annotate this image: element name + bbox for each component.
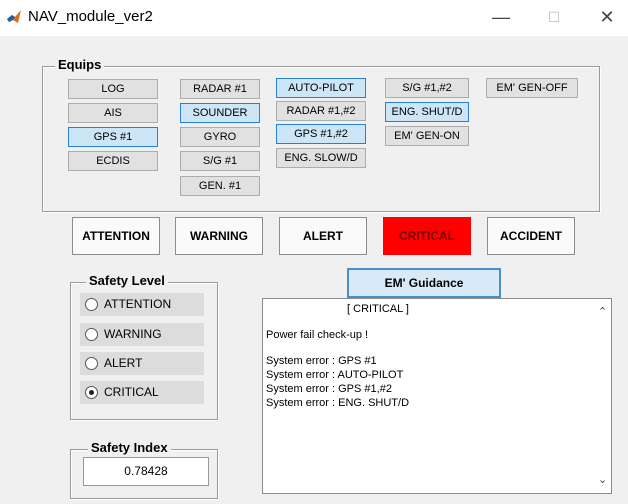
safety-level-option-warning[interactable]: WARNING [80, 323, 204, 346]
option-label: CRITICAL [104, 385, 159, 399]
equip-engshutd-button[interactable]: ENG. SHUT/D [385, 102, 469, 122]
equip-gps12-button[interactable]: GPS #1,#2 [276, 124, 366, 144]
equip-sg12-button[interactable]: S/G #1,#2 [385, 78, 469, 98]
guidance-line: System error : ENG. SHUT/D [266, 397, 410, 409]
equips-label: Equips [55, 57, 105, 72]
scrollbar[interactable]: ⌃ ⌄ [594, 299, 611, 493]
status-attention-button[interactable]: ATTENTION [72, 217, 160, 255]
radio-selected-icon [85, 386, 98, 399]
option-label: ALERT [104, 356, 143, 370]
close-button[interactable]: ✕ [590, 4, 624, 30]
equip-sg1-button[interactable]: S/G #1 [180, 151, 260, 171]
scroll-up-icon[interactable]: ⌃ [598, 305, 607, 318]
safety-index-label: Safety Index [88, 440, 171, 455]
matlab-icon [7, 10, 21, 23]
safety-level-option-attention[interactable]: ATTENTION [80, 293, 204, 316]
window-title: NAV_module_ver2 [28, 8, 153, 25]
em-guidance-button[interactable]: EM' Guidance [347, 268, 501, 298]
safety-level-label: Safety Level [86, 273, 168, 288]
equip-gen1-button[interactable]: GEN. #1 [180, 176, 260, 196]
radio-unselected-icon [85, 357, 98, 370]
guidance-line: System error : GPS #1,#2 [266, 383, 392, 395]
safety-index-value: 0.78428 [83, 457, 209, 486]
equip-emgenoff-button[interactable]: EM' GEN-OFF [486, 78, 578, 98]
option-label: WARNING [104, 327, 162, 341]
guidance-line: System error : GPS #1 [266, 355, 377, 367]
equip-gyro-button[interactable]: GYRO [180, 127, 260, 147]
status-accident-button[interactable]: ACCIDENT [487, 217, 575, 255]
guidance-line: Power fail check-up ! [266, 329, 369, 341]
maximize-button[interactable]: ☐ [537, 4, 571, 30]
equip-autopilot-button[interactable]: AUTO-PILOT [276, 78, 366, 98]
title-bar: NAV_module_ver2 — ☐ ✕ [0, 0, 628, 36]
equip-gps1-button[interactable]: GPS #1 [68, 127, 158, 147]
equip-sounder-button[interactable]: SOUNDER [180, 103, 260, 123]
radio-unselected-icon [85, 328, 98, 341]
equip-engslowd-button[interactable]: ENG. SLOW/D [276, 148, 366, 168]
scroll-down-icon[interactable]: ⌄ [598, 473, 607, 486]
guidance-header: [ CRITICAL ] [347, 303, 409, 315]
equip-ais-button[interactable]: AIS [68, 103, 158, 123]
equip-radar12-button[interactable]: RADAR #1,#2 [276, 101, 366, 121]
option-label: ATTENTION [104, 297, 172, 311]
safety-level-option-critical[interactable]: CRITICAL [80, 381, 204, 404]
guidance-line: System error : AUTO-PILOT [266, 369, 404, 381]
status-warning-button[interactable]: WARNING [175, 217, 263, 255]
equip-log-button[interactable]: LOG [68, 79, 158, 99]
radio-unselected-icon [85, 298, 98, 311]
minimize-button[interactable]: — [484, 4, 518, 30]
equip-radar1-button[interactable]: RADAR #1 [180, 79, 260, 99]
equip-emgenon-button[interactable]: EM' GEN-ON [385, 126, 469, 146]
guidance-text-area[interactable]: [ CRITICAL ] Power fail check-up ! Syste… [262, 298, 612, 494]
safety-level-option-alert[interactable]: ALERT [80, 352, 204, 375]
status-critical-button[interactable]: CRITICAL [383, 217, 471, 255]
status-alert-button[interactable]: ALERT [279, 217, 367, 255]
equip-ecdis-button[interactable]: ECDIS [68, 151, 158, 171]
